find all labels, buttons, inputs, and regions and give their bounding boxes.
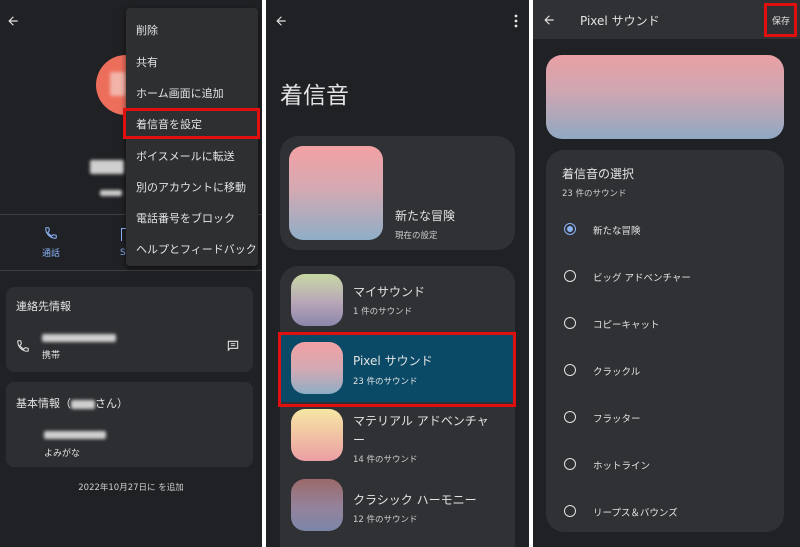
added-date: 2022年10月27日に を追加 [78,483,184,493]
radio-unselected[interactable] [564,458,576,470]
highlight-pixel-sounds [278,332,516,407]
category-classic-harmony[interactable]: クラシック ハーモニー 12 件のサウンド [280,475,515,541]
message-icon[interactable] [226,339,240,353]
ringtone-option[interactable]: 新たな冒険 [546,212,784,244]
category-count: 14 件のサウンド [353,455,418,465]
header-gradient-card [546,55,784,139]
ringtone-option-label: 新たな冒険 [593,226,641,237]
category-thumb [291,274,343,326]
ringtone-option[interactable]: クラックル [546,353,784,385]
category-name-line2: ー [353,433,366,447]
radio-unselected[interactable] [564,505,576,517]
basic-info-title: 基本情報（ さん） [16,395,128,411]
section-title: 着信音の選択 [562,167,635,181]
ringtone-option[interactable]: リープス＆バウンズ [546,494,784,526]
menu-item-block-number[interactable]: 電話番号をブロック [136,210,235,226]
contact-info-title: 連絡先情報 [16,300,71,313]
phone-type-label: 携帯 [42,351,61,361]
ringtone-option[interactable]: ビッグ アドベンチャー [546,259,784,291]
contact-name-blurred [90,160,124,174]
category-name: クラシック ハーモニー [353,493,477,507]
phone-number-blurred[interactable] [42,334,116,342]
category-count: 12 件のサウンド [353,515,418,525]
contact-info-card: 連絡先情報 携帯 [6,287,253,372]
radio-unselected[interactable] [564,411,576,423]
basic-info-card: 基本情報（ さん） よみがな [6,382,253,467]
arrow-left-icon[interactable] [274,14,288,28]
ringtone-option[interactable]: フラッター [546,400,784,432]
phone-icon [16,339,30,353]
menu-item-share[interactable]: 共有 [136,54,158,70]
menu-item-add-to-home[interactable]: ホーム画面に追加 [136,85,224,101]
ringtone-option-label: フラッター [593,414,641,425]
basic-info-title-suffix: さん） [95,397,128,410]
more-vert-icon[interactable] [513,14,519,28]
radio-selected[interactable] [564,223,576,235]
highlight-save [764,3,797,37]
radio-unselected[interactable] [564,270,576,282]
highlight-set-ringtone [123,108,260,139]
page-title: 着信音 [280,83,349,109]
ringtone-option[interactable]: ホットライン [546,447,784,479]
basic-info-title-prefix: 基本情報（ [16,397,71,410]
menu-item-forward-voicemail[interactable]: ボイスメールに転送 [136,148,235,164]
current-ringtone-card[interactable]: 新たな冒険 現在の設定 [280,136,515,250]
category-name: マイサウンド [353,285,426,299]
top-app-bar: Pixel サウンド 保存 [533,0,800,39]
category-name-line1: マテリアル アドベンチャ [353,414,489,428]
menu-item-help-feedback[interactable]: ヘルプとフィードバック [136,241,257,257]
menu-item-delete[interactable]: 削除 [136,22,158,38]
sms-action-label-partial: S [120,248,126,258]
phone-icon [40,226,62,240]
call-action[interactable]: 通話 [40,226,62,259]
ringtone-option-label: リープス＆バウンズ [593,508,678,519]
ringtone-selection-card: 着信音の選択 23 件のサウンド 新たな冒険 ビッグ アドベンチャー コピーキャ… [546,150,784,532]
ringtone-option-label: ビッグ アドベンチャー [593,273,691,284]
ringtone-option[interactable]: コピーキャット [546,306,784,338]
ringtone-option-label: クラックル [593,367,641,378]
category-material-adventure[interactable]: マテリアル アドベンチャ ー 14 件のサウンド [280,405,515,471]
pixel-sounds-panel: Pixel サウンド 保存 着信音の選択 23 件のサウンド 新たな冒険 ビッグ… [533,0,800,547]
ringtone-option-label: コピーキャット [593,320,660,331]
arrow-left-icon[interactable] [6,14,20,28]
radio-unselected[interactable] [564,364,576,376]
call-action-label: 通話 [41,249,60,259]
category-count: 1 件のサウンド [353,307,413,317]
current-ringtone-name: 新たな冒険 [395,209,456,223]
ringtone-option-label: ホットライン [593,461,651,472]
current-ringtone-thumb [289,146,383,240]
divider [0,270,262,271]
reading-blurred [44,431,106,439]
ringtone-panel: 着信音 新たな冒険 現在の設定 マイサウンド 1 件のサウンド Pixel サウ… [266,0,529,547]
category-my-sounds[interactable]: マイサウンド 1 件のサウンド [280,266,515,330]
app-bar-title: Pixel サウンド [580,14,660,28]
menu-item-move-account[interactable]: 別のアカウントに移動 [136,179,246,195]
current-ringtone-subtitle: 現在の設定 [395,231,438,241]
category-thumb [291,409,343,461]
contact-detail-panel: 通話 S 連絡先情報 携帯 基本情報（ さん） よみがな 2022年10月27日に… [0,0,262,547]
radio-unselected[interactable] [564,317,576,329]
name-blurred [71,399,95,409]
contact-sub-blurred [100,190,122,196]
section-count: 23 件のサウンド [562,189,627,199]
arrow-left-icon[interactable] [542,13,556,27]
reading-label: よみがな [44,449,81,459]
avatar-initial-blurred [110,72,126,96]
category-thumb [291,479,343,531]
